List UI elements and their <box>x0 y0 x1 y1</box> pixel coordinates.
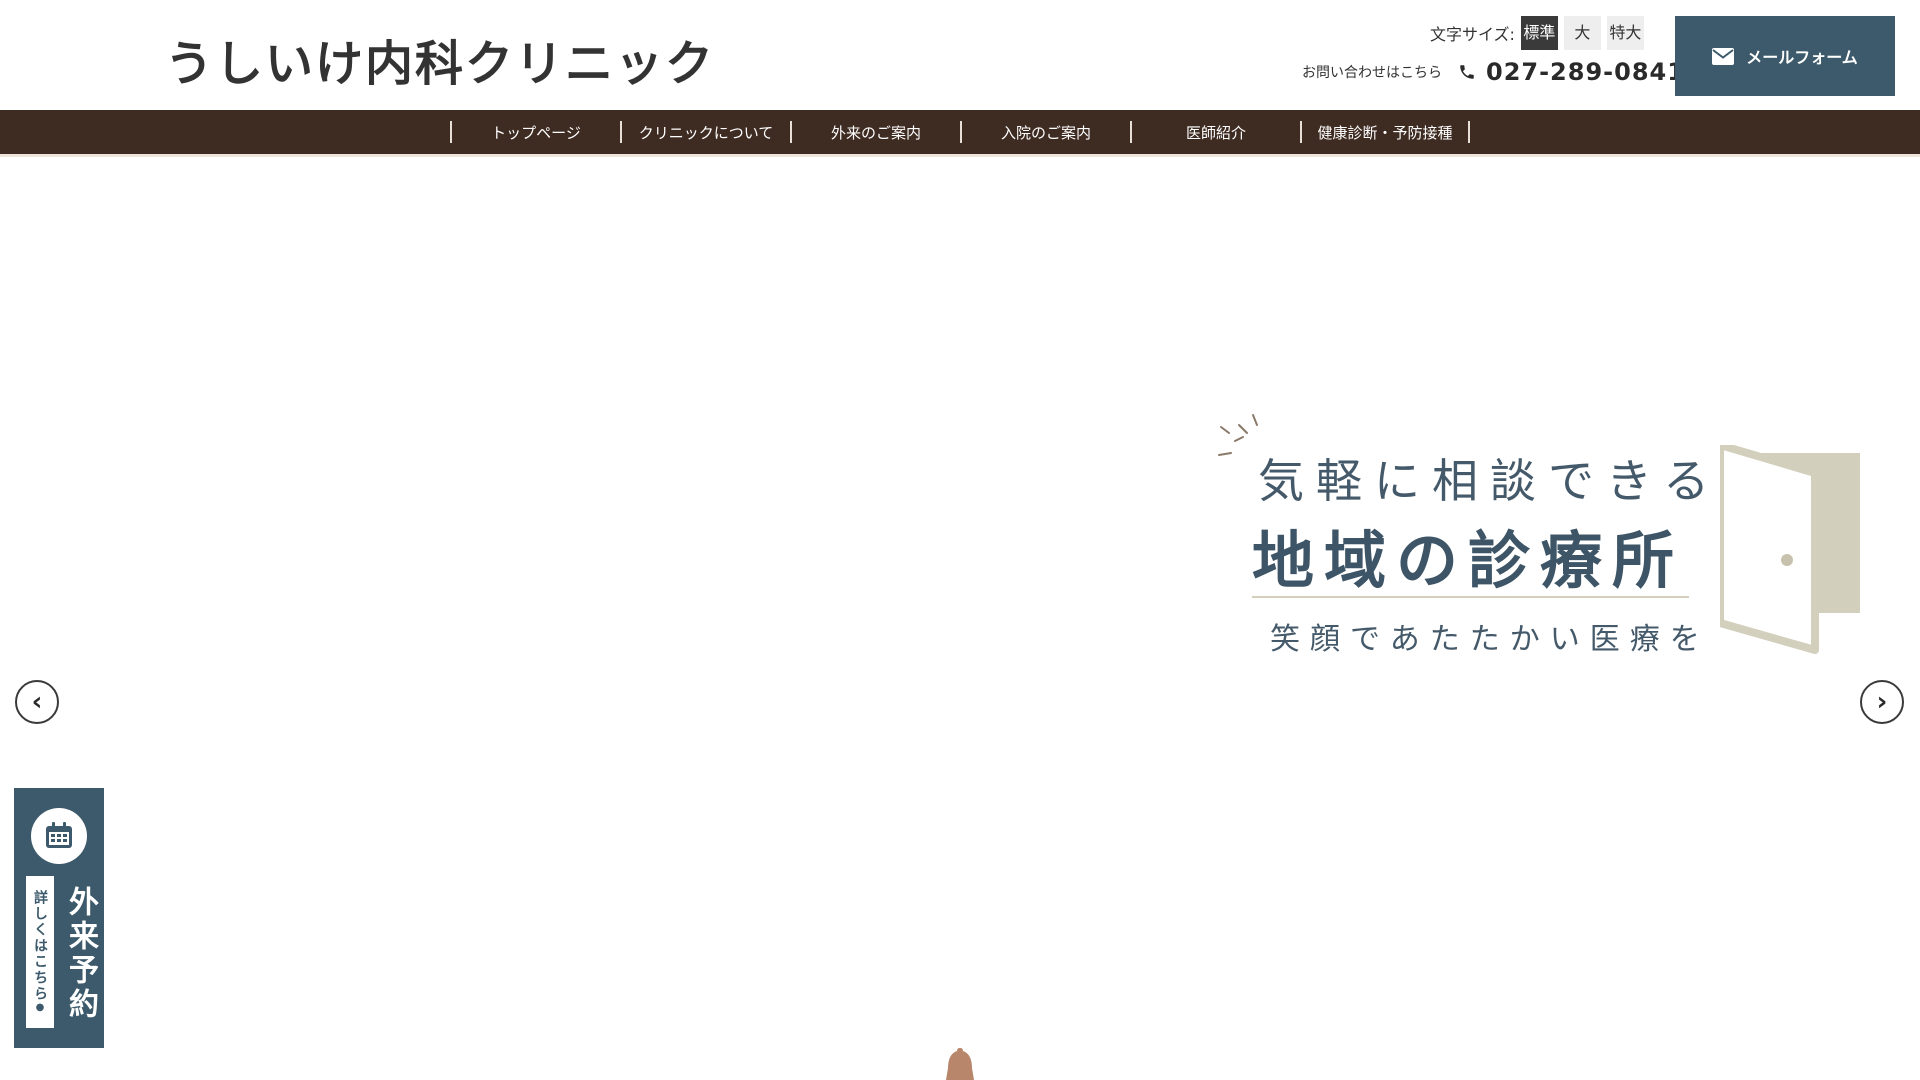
nav-list: トップページ クリニックについて 外来のご案内 入院のご案内 医師紹介 健康診断… <box>450 110 1470 154</box>
hero-tagline-sub: 笑顔であたたかい医療を <box>1270 622 1710 657</box>
nav-item-about[interactable]: クリニックについて <box>620 121 790 143</box>
phone-number[interactable]: 027-289-0841 <box>1486 58 1685 86</box>
hero-tagline-main: 地域の診療所 <box>1252 524 1685 597</box>
font-size-standard-button[interactable]: 標準 <box>1520 16 1558 50</box>
mail-form-button[interactable]: メールフォーム <box>1675 16 1895 96</box>
font-size-large-button[interactable]: 大 <box>1563 16 1601 50</box>
font-size-switcher: 文字サイズ: 標準 大 特大 <box>1430 16 1644 50</box>
nav-item-outpatient[interactable]: 外来のご案内 <box>790 121 960 143</box>
font-size-label: 文字サイズ: <box>1430 25 1515 44</box>
hero-tagline-small: 気軽に相談できる <box>1258 454 1722 508</box>
slider-next-button[interactable]: › <box>1860 680 1904 724</box>
contact-info: お問い合わせはこちら 027-289-0841 <box>1302 58 1685 86</box>
phone-icon <box>1460 65 1474 79</box>
reservation-details-link: 詳しくはこちら ● <box>26 876 54 1028</box>
calendar-badge <box>31 808 87 864</box>
sparkle-icon <box>1218 414 1258 456</box>
tagline-divider <box>1252 596 1689 598</box>
slider-prev-button[interactable]: ‹ <box>15 680 59 724</box>
reservation-details-text: 詳しくはこちら <box>32 889 48 1002</box>
nav-item-top[interactable]: トップページ <box>450 121 620 143</box>
global-nav: トップページ クリニックについて 外来のご案内 入院のご案内 医師紹介 健康診断… <box>0 110 1920 157</box>
contact-label: お問い合わせはこちら <box>1302 65 1442 81</box>
reservation-details-glyph: ● <box>34 1001 46 1015</box>
calendar-icon <box>46 822 72 848</box>
outpatient-reservation-tab[interactable]: 詳しくはこちら ● 外来予約 <box>14 788 104 1048</box>
nav-item-checkup[interactable]: 健康診断・予防接種 <box>1300 121 1470 143</box>
site-header: うしいけ内科クリニック 文字サイズ: 標準 大 特大 お問い合わせはこちら 02… <box>0 0 1920 110</box>
reservation-title: 外来予約 <box>63 886 98 1022</box>
nav-item-doctors[interactable]: 医師紹介 <box>1130 121 1300 143</box>
site-logo[interactable]: うしいけ内科クリニック <box>165 24 715 94</box>
bell-icon <box>946 1048 974 1080</box>
nav-item-inpatient[interactable]: 入院のご案内 <box>960 121 1130 143</box>
mail-icon <box>1712 47 1735 65</box>
door-icon <box>1720 445 1860 654</box>
font-size-xlarge-button[interactable]: 特大 <box>1606 16 1644 50</box>
mail-form-label: メールフォーム <box>1746 48 1858 67</box>
